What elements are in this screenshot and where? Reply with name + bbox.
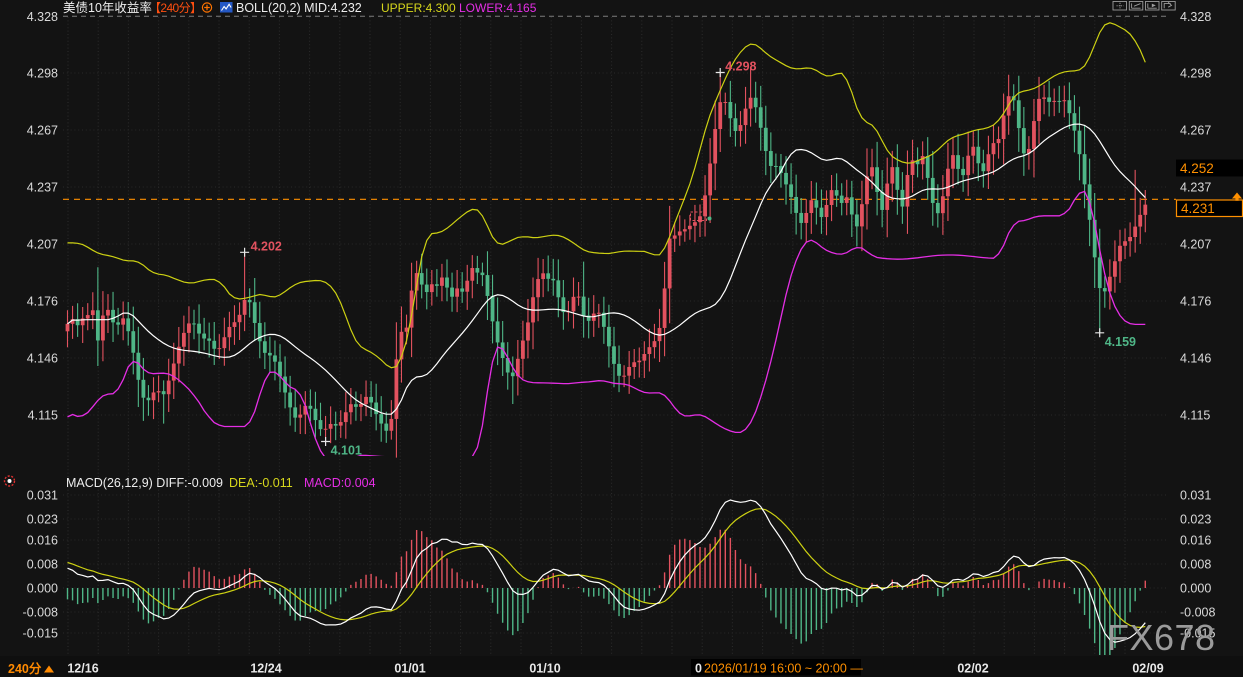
svg-text:4.207: 4.207 [27, 238, 58, 252]
svg-text:MACD(26,12,9) DIFF:-0.009: MACD(26,12,9) DIFF:-0.009 [66, 476, 223, 490]
svg-text:4.328: 4.328 [1180, 10, 1211, 24]
svg-text:4.267: 4.267 [1180, 124, 1211, 138]
svg-text:LOWER:4.165: LOWER:4.165 [459, 1, 537, 15]
svg-text:0.023: 0.023 [1180, 513, 1211, 527]
svg-text:02/09: 02/09 [1132, 662, 1163, 676]
svg-text:BOLL(20,2) MID:4.232: BOLL(20,2) MID:4.232 [236, 1, 362, 15]
svg-text:0.016: 0.016 [27, 534, 58, 548]
svg-text:MACD:0.004: MACD:0.004 [304, 476, 376, 490]
svg-text:4.202: 4.202 [251, 239, 282, 253]
svg-text:240分: 240分 [8, 661, 42, 676]
svg-text:4.298: 4.298 [27, 67, 58, 81]
svg-text:4.298: 4.298 [1180, 67, 1211, 81]
svg-text:4.101: 4.101 [331, 444, 362, 458]
svg-text:-0.015: -0.015 [23, 627, 58, 641]
svg-text:4.207: 4.207 [1180, 238, 1211, 252]
svg-text:0.031: 0.031 [1180, 489, 1211, 503]
svg-text:01/01: 01/01 [394, 662, 425, 676]
svg-text:0.031: 0.031 [27, 489, 58, 503]
svg-text:4.146: 4.146 [27, 352, 58, 366]
svg-text:4.237: 4.237 [1180, 181, 1211, 195]
svg-text:0.016: 0.016 [1180, 534, 1211, 548]
svg-text:4.298: 4.298 [725, 60, 756, 74]
svg-text:2026/01/19 16:00 ~ 20:00 —: 2026/01/19 16:00 ~ 20:00 — [704, 662, 863, 676]
svg-text:0.000: 0.000 [27, 582, 58, 596]
svg-text:4.328: 4.328 [27, 10, 58, 24]
svg-text:4.231: 4.231 [1181, 201, 1215, 216]
svg-text:0.023: 0.023 [27, 513, 58, 527]
svg-text:12/16: 12/16 [67, 662, 98, 676]
svg-text:4.159: 4.159 [1105, 335, 1136, 349]
svg-text:4.115: 4.115 [1180, 409, 1210, 423]
svg-text:02/02: 02/02 [957, 662, 988, 676]
svg-text:01/10: 01/10 [529, 662, 560, 676]
svg-text:-0.008: -0.008 [23, 606, 58, 620]
svg-text:4.115: 4.115 [28, 409, 58, 423]
svg-text:12/24: 12/24 [250, 662, 281, 676]
svg-text:4.252: 4.252 [1180, 161, 1214, 176]
svg-text:4.176: 4.176 [1180, 295, 1211, 309]
svg-text:4.237: 4.237 [27, 181, 58, 195]
svg-text:美债10年收益率: 美债10年收益率 [63, 0, 152, 15]
svg-text:UPPER:4.300: UPPER:4.300 [381, 1, 456, 15]
svg-text:DEA:-0.011: DEA:-0.011 [229, 476, 293, 490]
svg-text:0: 0 [695, 662, 702, 676]
svg-text:0.008: 0.008 [27, 558, 58, 572]
svg-text:4.176: 4.176 [27, 295, 58, 309]
svg-text:4.146: 4.146 [1180, 352, 1211, 366]
svg-text:4.267: 4.267 [27, 124, 58, 138]
svg-text:FX678: FX678 [1107, 617, 1216, 658]
svg-text:【240分】: 【240分】 [149, 1, 201, 15]
svg-text:0.008: 0.008 [1180, 558, 1211, 572]
svg-text:0.000: 0.000 [1180, 582, 1211, 596]
